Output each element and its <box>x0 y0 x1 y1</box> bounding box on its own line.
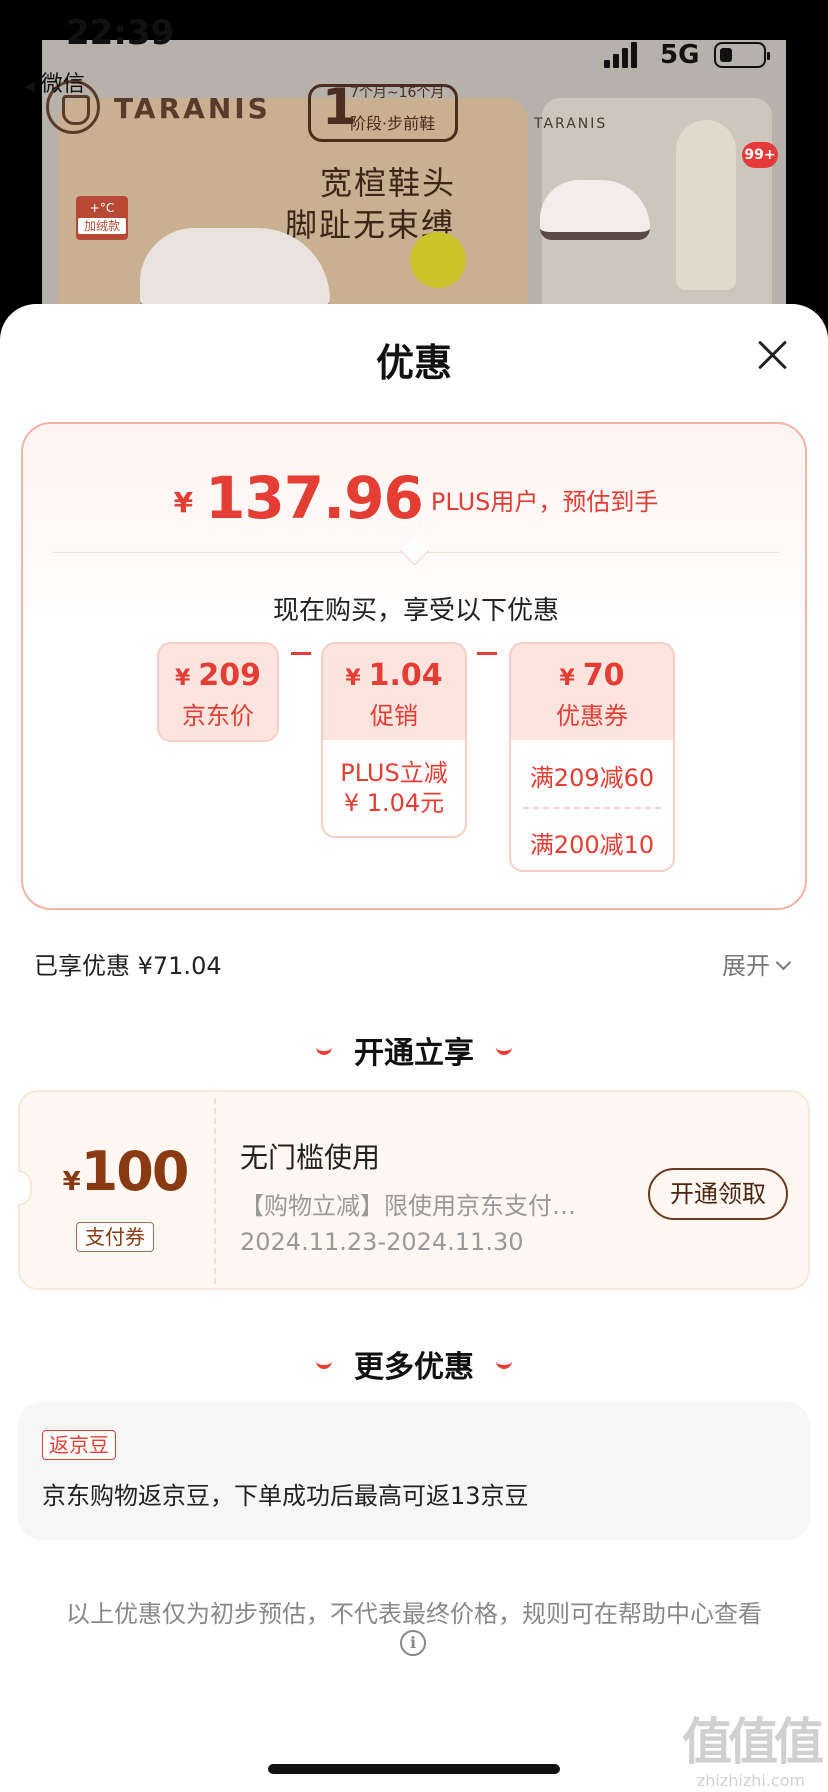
jingdou-tag: 返京豆 <box>42 1430 116 1460</box>
coupon-notch <box>18 1170 32 1206</box>
section-title-more: 更多优惠 <box>0 1342 828 1386</box>
coupon-date-range: 2024.11.23-2024.11.30 <box>240 1228 524 1256</box>
coupon-detail-1: 满209减60 <box>529 764 655 792</box>
minus-sign <box>291 652 311 655</box>
section-title-text: 更多优惠 <box>354 1350 474 1385</box>
coupon-title: 无门槛使用 <box>240 1141 381 1174</box>
currency-symbol: ¥ <box>345 666 361 691</box>
final-price-note: PLUS用户，预估到手 <box>430 488 659 516</box>
discount-subtitle: 现在购买，享受以下优惠 <box>272 596 559 626</box>
price-card: ¥137.96 PLUS用户，预估到手 现在购买，享受以下优惠 ¥209 京东价 … <box>21 422 807 910</box>
warm-tag: +°C 加绒款 <box>76 196 128 240</box>
smile-decoration-icon <box>496 1361 512 1369</box>
price-item-coupon: ¥70 优惠券 满209减60 满200减10 <box>509 642 675 872</box>
battery-icon <box>714 42 770 68</box>
price-item-jd: ¥209 京东价 <box>157 642 279 742</box>
coupon-amount: ¥100 <box>60 1140 190 1203</box>
expand-label: 展开 <box>722 952 770 980</box>
smile-decoration-icon <box>496 1047 512 1055</box>
model-image <box>676 120 736 290</box>
home-indicator[interactable] <box>268 1764 560 1774</box>
count-badge: 99+ <box>742 142 778 168</box>
item-label: 优惠券 <box>556 702 628 730</box>
brand-name: TARANIS <box>114 92 271 125</box>
payment-coupon: ¥100 支付券 无门槛使用 【购物立减】限使用京东支付… 2024.11.23… <box>18 1090 810 1290</box>
item-label: 京东价 <box>182 702 254 730</box>
smile-decoration-icon <box>316 1047 332 1055</box>
coupon-separator <box>214 1098 216 1284</box>
back-arrow-icon: ◀ <box>24 79 35 95</box>
coupon-description: 【购物立减】限使用京东支付… <box>240 1192 576 1220</box>
coupon-value: 100 <box>80 1140 190 1203</box>
final-price-line: ¥137.96 PLUS用户，预估到手 <box>23 464 809 532</box>
brand-name-secondary: TARANIS <box>534 116 608 132</box>
price-item-promo: ¥1.04 促销 PLUS立减 ¥ 1.04元 <box>321 642 467 838</box>
section-title-open: 开通立享 <box>0 1028 828 1072</box>
back-to-app[interactable]: ◀ 微信 <box>24 66 85 98</box>
discount-sheet: 优惠 ¥137.96 PLUS用户，预估到手 现在购买，享受以下优惠 ¥209 京… <box>0 304 828 1792</box>
promo-detail-1: PLUS立减 <box>340 759 448 787</box>
disclaimer-text: 以上优惠仅为初步预估，不代表最终价格，规则可在帮助中心查看 <box>66 1600 762 1628</box>
jingdou-offer-card: 返京豆 京东购物返京豆，下单成功后最高可返13京豆 <box>18 1402 810 1540</box>
minus-sign <box>477 652 497 655</box>
item-value: 209 <box>198 658 261 693</box>
warm-tag-label: 加绒款 <box>78 218 126 234</box>
activate-claim-button[interactable]: 开通领取 <box>648 1168 788 1220</box>
watermark: 值值值 zhizhizhi.com <box>676 1712 826 1792</box>
divider-arrow <box>53 552 779 553</box>
watermark-logo: 值值值 <box>682 1713 824 1771</box>
slogan-line1: 宽楦鞋头 <box>320 164 457 202</box>
jingdou-description: 京东购物返京豆，下单成功后最高可返13京豆 <box>42 1482 529 1510</box>
ball-image <box>410 232 466 288</box>
smile-decoration-icon <box>316 1361 332 1369</box>
status-time: 22:39 <box>66 13 175 53</box>
watermark-url: zhizhizhi.com <box>696 1771 806 1790</box>
item-value: 70 <box>582 658 625 693</box>
stage-range: 7个月~16个月 <box>350 85 445 101</box>
close-icon[interactable] <box>752 334 794 376</box>
currency-symbol: ¥ <box>175 666 191 691</box>
network-type: 5G <box>660 40 700 70</box>
currency-symbol: ¥ <box>559 666 575 691</box>
currency-symbol: ¥ <box>173 486 194 519</box>
info-icon[interactable]: i <box>400 1630 426 1656</box>
back-app-label: 微信 <box>40 72 85 97</box>
coupon-type-badge: 支付券 <box>76 1222 154 1252</box>
status-bar: 22:39 5G ◀ 微信 <box>0 0 828 97</box>
saved-amount: 已享优惠 ¥71.04 <box>34 952 222 980</box>
coupon-detail-2: 满200减10 <box>529 831 655 859</box>
section-title-text: 开通立享 <box>354 1036 474 1071</box>
currency-symbol: ¥ <box>62 1167 81 1197</box>
expand-toggle[interactable]: 展开 <box>722 946 789 981</box>
signal-icon <box>604 40 644 68</box>
stage-label: 阶段·步前鞋 <box>350 114 436 133</box>
promo-detail-2: ¥ 1.04元 <box>343 789 445 817</box>
final-price: 137.96 <box>205 464 424 532</box>
warm-tag-temp: +°C <box>89 201 115 215</box>
item-value: 1.04 <box>368 658 443 693</box>
item-label: 促销 <box>370 702 418 730</box>
sheet-title: 优惠 <box>375 341 452 385</box>
